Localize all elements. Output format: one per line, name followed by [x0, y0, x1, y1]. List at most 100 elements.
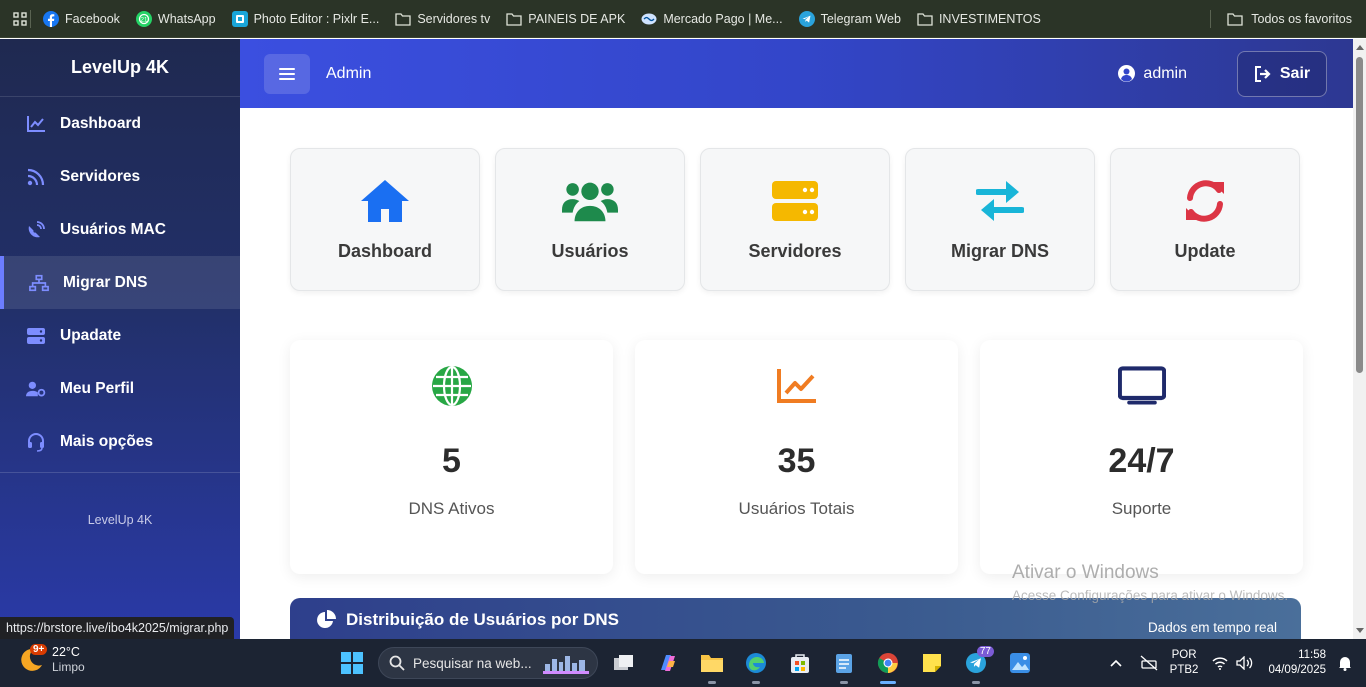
bookmark-label: Photo Editor : Pixlr E...: [253, 11, 380, 26]
sidebar-item-label: Meu Perfil: [60, 379, 135, 397]
hamburger-icon: [279, 67, 295, 81]
page-scrollbar[interactable]: [1353, 39, 1366, 639]
bookmark-label: Facebook: [65, 11, 120, 26]
sidebar-brand[interactable]: LevelUp 4K: [0, 39, 240, 97]
notepad-icon: [834, 652, 854, 674]
input-language[interactable]: POR PTB2: [1170, 648, 1199, 678]
volume-icon[interactable]: [1236, 656, 1254, 670]
sidebar-item-mais-opcoes[interactable]: Mais opções: [0, 415, 240, 468]
telegram-badge: 77: [976, 646, 994, 657]
sidebar-item-migrar-dns[interactable]: Migrar DNS: [0, 256, 240, 309]
taskbar-search[interactable]: Pesquisar na web...: [378, 647, 598, 679]
network-off-icon[interactable]: [1140, 655, 1158, 671]
start-button[interactable]: [330, 639, 374, 687]
main-content: Dashboard Usuários Servidores Migrar DNS…: [240, 108, 1353, 639]
quick-card-label: Servidores: [748, 241, 842, 261]
logout-button[interactable]: Sair: [1237, 51, 1327, 97]
folder-icon: [700, 653, 724, 673]
top-header: Admin admin Sair: [240, 39, 1353, 108]
stat-label: Suporte: [1111, 499, 1172, 518]
chevron-up-icon[interactable]: [1110, 659, 1122, 667]
keyboard-layout: PTB2: [1169, 664, 1199, 676]
weather-widget[interactable]: 9+ 22°C Limpo: [18, 644, 85, 675]
taskbar-edge[interactable]: [734, 639, 778, 687]
scroll-down-arrow-icon[interactable]: [1356, 628, 1364, 633]
edge-icon: [745, 652, 767, 674]
quick-card-label: Migrar DNS: [950, 241, 1049, 261]
bookmarks-separator: [30, 9, 31, 28]
users-icon: [562, 177, 618, 225]
taskbar-apps: Pesquisar na web... 77: [330, 639, 1042, 687]
quick-card-update[interactable]: Update: [1110, 148, 1300, 291]
user-cog-icon: [26, 379, 46, 399]
bookmark-servidores-tv[interactable]: Servidores tv: [395, 11, 490, 27]
telegram-icon: [798, 10, 815, 27]
taskbar-notepad[interactable]: [822, 639, 866, 687]
bookmarks-separator: [1210, 10, 1212, 28]
sidebar-item-label: Migrar DNS: [63, 273, 148, 291]
stat-value: 24/7: [1108, 442, 1175, 480]
exchange-icon: [972, 177, 1028, 225]
bookmark-facebook[interactable]: Facebook: [43, 10, 120, 27]
home-icon: [357, 177, 413, 225]
taskbar-clock[interactable]: 11:58 04/09/2025: [1268, 648, 1326, 678]
facebook-icon: [43, 10, 59, 27]
bookmark-whatsapp[interactable]: 21 WhatsApp: [135, 10, 216, 27]
taskbar-chrome[interactable]: [866, 639, 910, 687]
server-icon: [26, 326, 46, 346]
bookmark-mercado-pago[interactable]: Mercado Pago | Me...: [641, 11, 783, 27]
svg-text:21: 21: [141, 17, 148, 23]
bookmark-label: Telegram Web: [820, 11, 901, 26]
quick-card-label: Dashboard: [337, 241, 433, 261]
wifi-icon[interactable]: [1212, 656, 1228, 670]
rss-icon: [26, 167, 46, 187]
quick-card-migrar-dns[interactable]: Migrar DNS: [905, 148, 1095, 291]
sidebar-item-dashboard[interactable]: Dashboard: [0, 97, 240, 150]
sidebar-item-usuarios-mac[interactable]: Usuários MAC: [0, 203, 240, 256]
folder-icon: [506, 11, 522, 27]
sidebar-item-upadate[interactable]: Upadate: [0, 309, 240, 362]
quick-card-label: Update: [1174, 241, 1236, 261]
taskbar-copilot[interactable]: [646, 639, 690, 687]
quick-card-usuarios[interactable]: Usuários: [495, 148, 685, 291]
bookmark-paineis-apk[interactable]: PAINEIS DE APK: [506, 11, 625, 27]
menu-toggle-button[interactable]: [264, 53, 310, 94]
pie-chart-icon: [316, 610, 336, 630]
stat-card-suporte: 24/7 Suporte: [980, 340, 1303, 574]
taskbar-task-view[interactable]: [602, 639, 646, 687]
satellite-dish-icon: [26, 220, 46, 240]
bookmark-telegram[interactable]: Telegram Web: [798, 10, 901, 27]
quick-card-dashboard[interactable]: Dashboard: [290, 148, 480, 291]
clock-time: 11:58: [1298, 649, 1326, 661]
user-menu[interactable]: admin: [1118, 39, 1187, 108]
taskbar-photos[interactable]: [998, 639, 1042, 687]
taskbar-file-explorer[interactable]: [690, 639, 734, 687]
taskbar-store[interactable]: [778, 639, 822, 687]
windows-taskbar: 9+ 22°C Limpo Pesquisar na web... 77 POR…: [0, 639, 1366, 687]
scrollbar-thumb[interactable]: [1356, 57, 1363, 373]
folder-icon: [917, 11, 933, 27]
sidebar-item-meu-perfil[interactable]: Meu Perfil: [0, 362, 240, 415]
sidebar-item-servidores[interactable]: Servidores: [0, 150, 240, 203]
stat-value: 35: [777, 442, 816, 480]
stat-label: Usuários Totais: [738, 499, 855, 518]
sidebar-item-label: Dashboard: [60, 114, 141, 132]
bookmark-label: PAINEIS DE APK: [528, 11, 626, 26]
sync-icon: [1177, 177, 1233, 225]
weather-badge: 9+: [30, 644, 48, 655]
bookmark-investimentos[interactable]: INVESTIMENTOS: [917, 11, 1041, 27]
copilot-icon: [657, 652, 679, 674]
taskbar-sticky-notes[interactable]: [910, 639, 954, 687]
scroll-up-arrow-icon[interactable]: [1356, 45, 1364, 50]
quick-access-cards: Dashboard Usuários Servidores Migrar DNS…: [290, 148, 1300, 291]
whatsapp-icon: 21: [135, 10, 152, 27]
notification-bell-icon[interactable]: [1338, 655, 1352, 671]
sidebar-item-label: Upadate: [60, 326, 122, 344]
all-favorites-label: Todos os favoritos: [1251, 12, 1352, 26]
sidebar-item-label: Mais opções: [60, 432, 154, 450]
all-favorites[interactable]: Todos os favoritos: [1210, 0, 1352, 38]
quick-card-servidores[interactable]: Servidores: [700, 148, 890, 291]
bookmark-pixlr[interactable]: Photo Editor : Pixlr E...: [231, 10, 380, 27]
apps-grid-icon[interactable]: [12, 11, 28, 27]
taskbar-telegram[interactable]: 77: [954, 639, 998, 687]
